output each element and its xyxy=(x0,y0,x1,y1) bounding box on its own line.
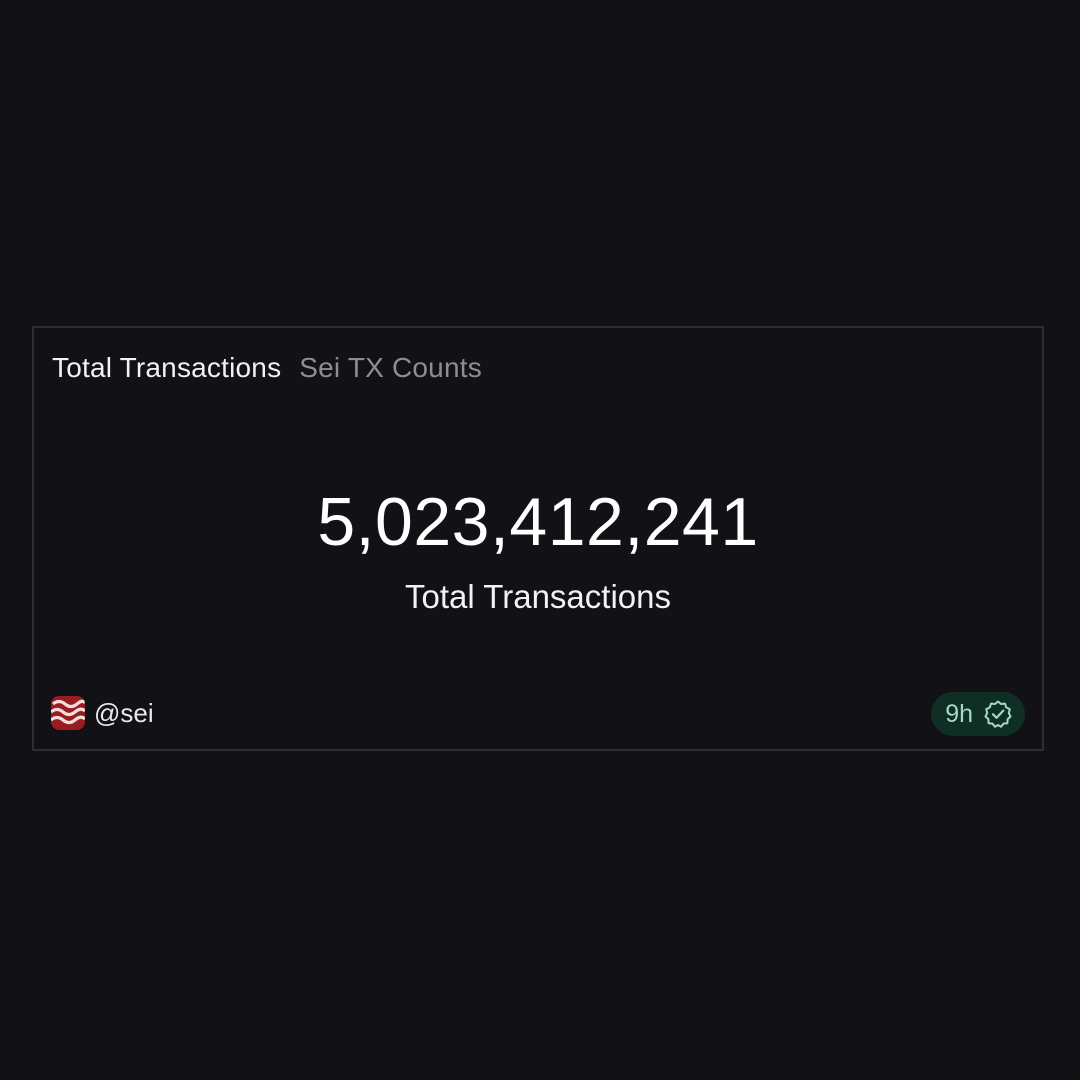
card-subtitle: Sei TX Counts xyxy=(299,352,482,383)
author-handle: @sei xyxy=(94,697,154,728)
author-link[interactable]: @sei xyxy=(51,696,154,730)
freshness-badge[interactable]: 9h xyxy=(931,692,1025,736)
verified-badge-icon xyxy=(984,700,1012,728)
total-transactions-label: Total Transactions xyxy=(405,578,671,615)
card-title: Total Transactions xyxy=(52,352,282,383)
total-transactions-value: 5,023,412,241 xyxy=(317,484,759,560)
sei-logo-icon xyxy=(51,696,85,730)
stat-block: 5,023,412,241 Total Transactions xyxy=(34,488,1042,616)
card-header: Total Transactions Sei TX Counts xyxy=(52,352,482,384)
stat-card: Total Transactions Sei TX Counts 5,023,4… xyxy=(32,326,1044,751)
freshness-age: 9h xyxy=(945,699,973,728)
